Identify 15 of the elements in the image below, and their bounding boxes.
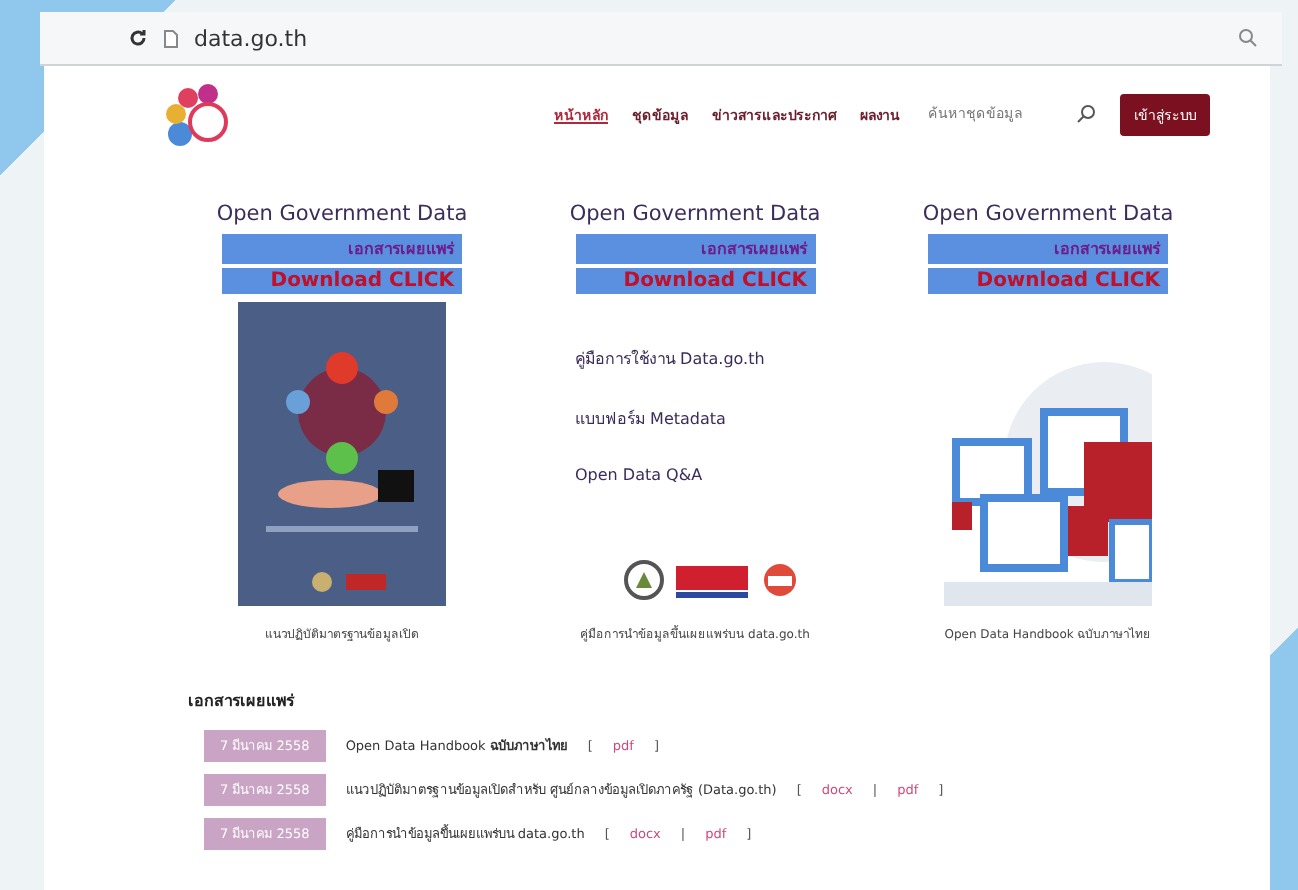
section-heading: Open Government Data <box>216 202 468 226</box>
logo-icon <box>160 78 232 150</box>
page-icon <box>164 29 178 47</box>
section-heading: Open Government Data <box>922 202 1174 226</box>
zoom-icon[interactable] <box>1238 28 1258 48</box>
document-link[interactable]: คู่มือการใช้งาน Data.go.th <box>575 346 815 372</box>
publications-title: เอกสารเผยแพร่ <box>188 690 297 714</box>
section-heading: Open Government Data <box>569 202 821 226</box>
document-banner: เอกสารเผยแพร่ <box>222 234 462 264</box>
search-icon[interactable] <box>1076 104 1096 124</box>
reload-icon[interactable] <box>128 28 148 48</box>
document-link[interactable]: แบบฟอร์ม Metadata <box>575 406 815 432</box>
document-link[interactable]: Open Data Q&A <box>575 466 815 484</box>
document-banner: เอกสารเผยแพร่ <box>575 234 815 264</box>
document-banner: เอกสารเผยแพร่ <box>928 234 1168 264</box>
